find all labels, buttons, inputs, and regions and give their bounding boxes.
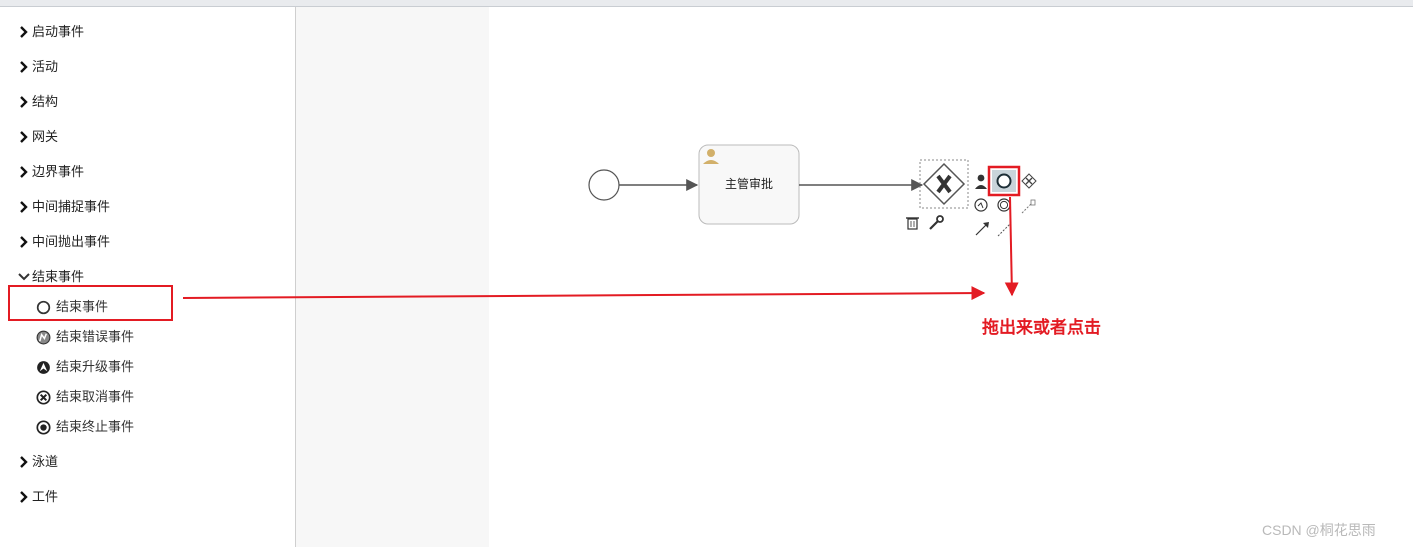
category-label: 结束事件 (32, 269, 85, 284)
end-cancel-event-icon (36, 389, 51, 405)
end-error-event-icon (36, 330, 51, 344)
item-label: 结束取消事件 (56, 389, 135, 404)
shape-palette: 启动事件 活动 结构 网关 边界事件 中间捕捉事件 中间抛出事件 结束事件 结束… (0, 7, 296, 547)
end-terminate-event-icon (36, 419, 51, 435)
category-label: 工件 (32, 489, 59, 504)
chevron-right-icon (20, 456, 28, 468)
annotation-text: 拖出来或者点击 (982, 318, 1101, 338)
user-task-label: 主管审批 (724, 177, 773, 191)
chevron-right-icon (20, 491, 28, 503)
palette-category-boundary-events[interactable]: 边界事件 (18, 162, 84, 182)
category-label: 活动 (32, 59, 59, 74)
item-label: 结束升级事件 (56, 359, 135, 374)
chevron-right-icon (20, 26, 28, 38)
palette-category-artifacts[interactable]: 工件 (18, 487, 58, 507)
palette-item-end-escalation-event[interactable]: 结束升级事件 (36, 357, 134, 377)
chevron-right-icon (20, 166, 28, 178)
palette-item-end-cancel-event[interactable]: 结束取消事件 (36, 387, 134, 407)
palette-category-gateways[interactable]: 网关 (18, 127, 58, 147)
end-event-icon[interactable] (996, 173, 1012, 189)
top-toolbar (0, 0, 1413, 7)
intermediate-event-icon[interactable] (974, 198, 988, 212)
category-label: 启动事件 (32, 24, 85, 39)
palette-item-end-error-event[interactable]: 结束错误事件 (36, 327, 134, 347)
category-label: 中间捕捉事件 (32, 199, 111, 214)
annotation-highlight-box (8, 285, 173, 321)
end-escalation-event-icon (37, 360, 50, 374)
category-label: 结构 (32, 94, 59, 109)
chevron-right-icon (20, 96, 28, 108)
delete-icon[interactable] (906, 217, 919, 230)
diagram-canvas[interactable] (489, 7, 1413, 547)
event-ring-icon[interactable] (997, 198, 1011, 212)
palette-category-activities[interactable]: 活动 (18, 57, 58, 77)
canvas-left-margin (296, 7, 489, 547)
palette-category-intermediate-catch[interactable]: 中间捕捉事件 (18, 197, 110, 217)
palette-category-start-events[interactable]: 启动事件 (18, 22, 84, 42)
chevron-right-icon (20, 131, 28, 143)
start-event[interactable] (588, 169, 620, 201)
item-label: 结束错误事件 (56, 329, 135, 344)
palette-category-intermediate-throw[interactable]: 中间抛出事件 (18, 232, 110, 252)
chevron-down-icon (18, 273, 30, 281)
chevron-right-icon (20, 61, 28, 73)
palette-item-end-terminate-event[interactable]: 结束终止事件 (36, 417, 134, 437)
palette-category-structural[interactable]: 结构 (18, 92, 58, 112)
watermark: CSDN @桐花思雨 (1262, 522, 1376, 538)
chevron-right-icon (20, 236, 28, 248)
palette-category-swimlanes[interactable]: 泳道 (18, 452, 58, 472)
category-label: 边界事件 (32, 164, 85, 179)
chevron-right-icon (20, 201, 28, 213)
category-label: 中间抛出事件 (32, 234, 111, 249)
category-label: 泳道 (32, 454, 59, 469)
item-label: 结束终止事件 (56, 419, 135, 434)
category-label: 网关 (32, 129, 59, 144)
palette-category-end-events[interactable]: 结束事件 (18, 267, 84, 287)
